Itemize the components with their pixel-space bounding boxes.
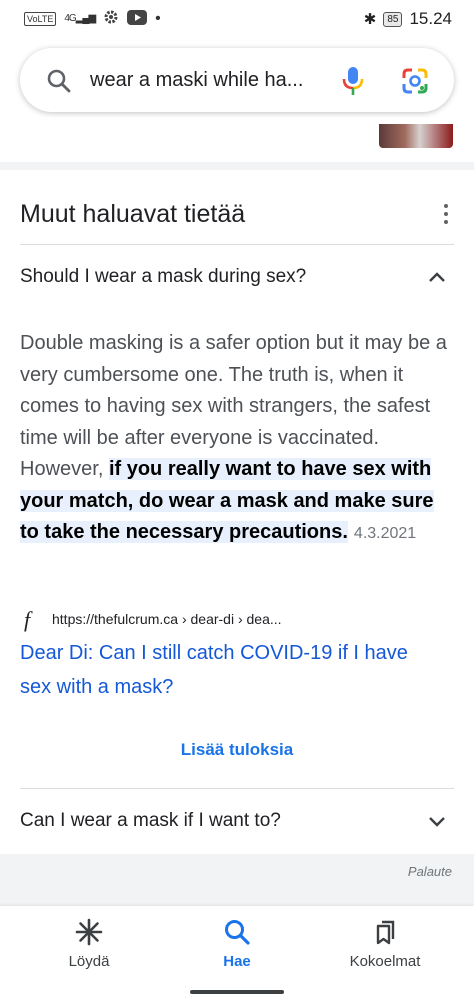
people-also-ask-card: Muut haluavat tietää Should I wear a mas… (0, 170, 474, 854)
google-lens-icon[interactable] (401, 67, 429, 100)
source-link[interactable]: Dear Di: Can I still catch COVID-19 if I… (20, 636, 440, 704)
chevron-up-icon[interactable] (428, 270, 446, 288)
nav-discover[interactable]: Löydä (29, 918, 149, 970)
more-results-button[interactable]: Lisää tuloksia (0, 740, 474, 760)
search-input[interactable]: wear a maski while ha... (90, 69, 303, 92)
feedback-link[interactable]: Palaute (408, 864, 452, 879)
nav-collections[interactable]: Kokoelmat (325, 918, 445, 970)
site-favicon-icon: f (24, 607, 31, 632)
bluetooth-icon: ✱ (363, 11, 377, 28)
volte-indicator: VoLTE (24, 11, 57, 26)
youtube-notification-icon (127, 9, 148, 28)
clock: 15.24 (409, 9, 452, 28)
question-text: Can I wear a mask if I want to? (20, 810, 281, 831)
search-bar[interactable]: wear a maski while ha... (20, 48, 454, 112)
status-bar: VoLTE 4G▂▄▆ • ✱ 85 15.24 (0, 0, 474, 40)
asterisk-icon (75, 918, 103, 950)
nav-label: Kokoelmat (349, 953, 421, 970)
signal-icon: 4G▂▄▆ (64, 13, 96, 24)
bookmarks-icon (371, 920, 399, 950)
chevron-down-icon[interactable] (428, 815, 446, 833)
source-url[interactable]: https://thefulcrum.ca › dear-di › dea... (52, 611, 282, 627)
section-title: Muut haluavat tietää (20, 200, 246, 228)
settings-notification-icon (103, 9, 119, 28)
previous-result-card (0, 124, 474, 162)
answer-snippet: Double masking is a safer option but it … (20, 328, 450, 550)
nav-label: Hae (223, 953, 251, 970)
nav-label: Löydä (68, 953, 110, 970)
search-header: wear a maski while ha... (0, 40, 474, 124)
microphone-icon[interactable] (340, 66, 366, 101)
answer-date: 4.3.2021 (353, 525, 417, 542)
more-notifications-dot-icon: • (155, 9, 161, 27)
bottom-navigation: Löydä Hae Kokoelmat (0, 906, 474, 1000)
divider (20, 788, 454, 789)
nav-search[interactable]: Hae (177, 918, 297, 970)
search-icon[interactable] (46, 68, 72, 99)
question-text: Should I wear a mask during sex? (20, 266, 307, 287)
search-icon (223, 920, 251, 950)
gesture-home-bar[interactable] (190, 990, 284, 994)
battery-icon: 85 (383, 11, 403, 27)
result-thumbnail[interactable] (379, 124, 453, 148)
more-options-icon[interactable] (436, 202, 456, 226)
divider (20, 244, 454, 245)
